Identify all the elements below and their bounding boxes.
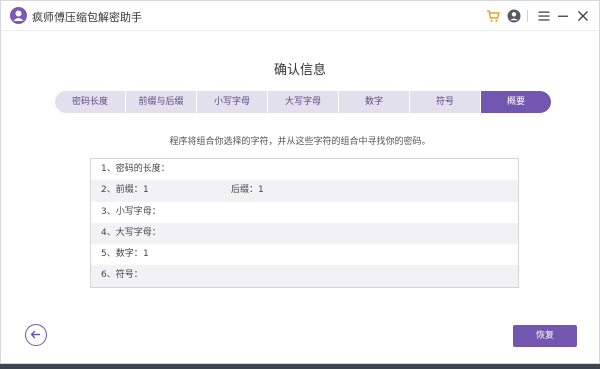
step-prefix-suffix[interactable]: 前缀与后缀 <box>126 91 197 113</box>
titlebar-divider <box>527 10 528 22</box>
prefix-value: 1 <box>143 185 149 196</box>
user-icon[interactable] <box>506 8 522 24</box>
restore-button[interactable]: 恢复 <box>513 325 577 347</box>
title-bar: 疯师傅压缩包解密助手 <box>1 1 599 31</box>
page-description: 程序将组合你选择的字符，并从这些字符的组合中寻找你的密码。 <box>169 137 431 147</box>
minimize-icon[interactable] <box>555 8 571 24</box>
step-password-length[interactable]: 密码长度 <box>55 91 126 113</box>
summary-row-symbols: 6、符号： <box>91 265 518 287</box>
row-label: 5、数字： <box>101 249 143 260</box>
summary-row-lowercase: 3、小写字母： <box>91 202 518 223</box>
row-label: 3、小写字母： <box>101 206 161 217</box>
row-label: 1、密码的长度： <box>101 164 170 174</box>
suffix-label: 后缀： <box>231 185 259 196</box>
menu-icon[interactable] <box>536 8 552 24</box>
desktop-background <box>0 364 600 369</box>
app-title: 疯师傅压缩包解密助手 <box>32 11 142 24</box>
step-summary[interactable]: 概要 <box>481 91 551 113</box>
summary-row-uppercase: 4、大写字母： <box>91 222 518 245</box>
step-tabs: 密码长度 前缀与后缀 小写字母 大写字母 数字 符号 概要 <box>55 91 551 113</box>
back-button[interactable] <box>25 324 47 346</box>
row-label: 2、前缀： <box>101 185 143 196</box>
summary-row-length: 1、密码的长度： <box>91 159 518 180</box>
close-icon[interactable] <box>575 8 591 24</box>
cart-icon[interactable] <box>485 8 501 24</box>
arrow-left-icon <box>30 330 40 339</box>
step-lowercase[interactable]: 小写字母 <box>197 91 268 113</box>
app-logo-icon <box>10 7 27 24</box>
app-window: 疯师傅压缩包解密助手 确认信息 密码长度 前缀与后缀 小写字母 大写字母 数字 … <box>0 0 600 364</box>
step-symbols[interactable]: 符号 <box>410 91 481 113</box>
row-label: 6、符号： <box>101 270 143 281</box>
summary-table: 1、密码的长度： 2、前缀： 1 后缀： 1 3、小写字母： 4、大写字母： 5… <box>90 158 519 288</box>
suffix-value: 1 <box>258 185 264 196</box>
row-value: 1 <box>143 249 149 260</box>
summary-row-digits: 5、数字： 1 <box>91 244 518 265</box>
step-digits[interactable]: 数字 <box>339 91 410 113</box>
summary-row-prefix-suffix: 2、前缀： 1 后缀： 1 <box>91 180 518 202</box>
step-uppercase[interactable]: 大写字母 <box>268 91 339 113</box>
page-title: 确认信息 <box>273 63 326 78</box>
row-label: 4、大写字母： <box>101 227 161 238</box>
